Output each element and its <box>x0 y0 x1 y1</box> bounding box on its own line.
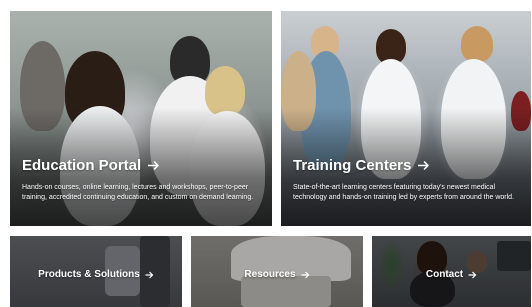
contact-title: Contact <box>425 269 464 280</box>
resources-title: Resources <box>244 269 296 280</box>
card-title: Education Portal <box>22 157 160 174</box>
card-title: Training Centers <box>293 157 430 174</box>
arrow-right-icon <box>147 160 160 171</box>
education-portal-card[interactable]: Education Portal Hands-on courses, onlin… <box>10 11 272 226</box>
products-solutions-title: Products & Solutions <box>38 269 140 280</box>
arrow-right-icon <box>145 271 154 279</box>
education-portal-description: Hands-on courses, online learning, lectu… <box>22 184 254 201</box>
card-title: Resources <box>191 269 363 280</box>
training-centers-description: State-of-the-art learning centers featur… <box>293 184 515 201</box>
arrow-right-icon <box>417 160 430 171</box>
training-centers-title: Training Centers <box>293 157 412 174</box>
arrow-right-icon <box>468 271 477 279</box>
page: Education Portal Hands-on courses, onlin… <box>0 0 532 307</box>
contact-card[interactable]: Contact <box>372 236 531 307</box>
card-title: Products & Solutions <box>10 269 182 280</box>
card-title: Contact <box>372 269 531 280</box>
education-portal-title: Education Portal <box>22 157 142 174</box>
products-solutions-card[interactable]: Products & Solutions <box>10 236 182 307</box>
arrow-right-icon <box>301 271 310 279</box>
resources-card[interactable]: Resources <box>191 236 363 307</box>
training-centers-card[interactable]: Training Centers State-of-the-art learni… <box>281 11 531 226</box>
